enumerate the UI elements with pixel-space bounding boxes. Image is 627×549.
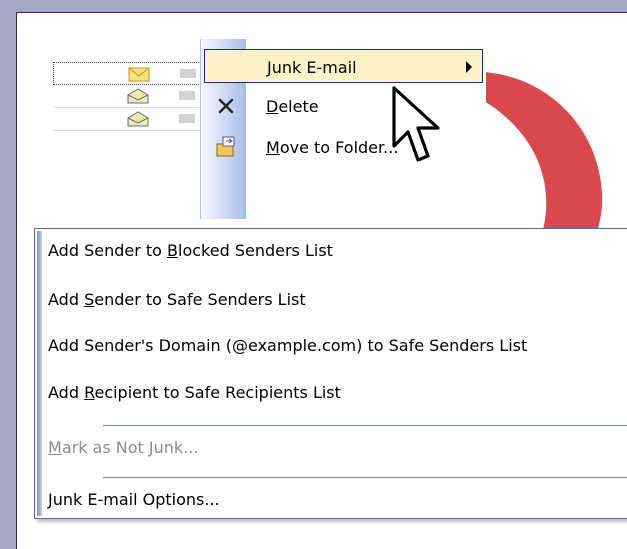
mouse-pointer-icon	[392, 86, 440, 162]
message-list	[53, 62, 213, 131]
message-flag-column	[180, 69, 196, 78]
menu-item-label: Junk E-mail	[267, 58, 357, 77]
submenu-gutter	[37, 231, 42, 516]
menu-item-label: Delete	[266, 97, 319, 116]
menu-separator	[103, 425, 627, 426]
menu-item-add-domain-to-safe-senders[interactable]: Add Sender's Domain (@example.com) to Sa…	[48, 327, 527, 365]
menu-item-mark-as-not-junk[interactable]: Mark as Not Junk...	[48, 429, 198, 467]
message-row[interactable]	[53, 108, 213, 131]
envelope-open-icon	[127, 111, 149, 127]
junk-email-submenu: Add Sender to Blocked Senders List Add S…	[34, 228, 627, 519]
menu-item-label: Move to Folder...	[266, 138, 399, 157]
envelope-closed-icon	[128, 67, 150, 82]
menu-separator	[103, 477, 627, 478]
message-row-selected[interactable]	[53, 62, 213, 85]
menu-item-junk-email[interactable]: Junk E-mail	[204, 49, 483, 83]
menu-item-junk-email-options[interactable]: Junk E-mail Options...	[48, 481, 220, 519]
move-to-folder-icon	[216, 136, 235, 157]
envelope-open-icon	[127, 88, 149, 104]
menu-item-add-to-safe-senders[interactable]: Add Sender to Safe Senders List	[48, 281, 306, 319]
submenu-arrow-icon	[466, 61, 472, 73]
message-flag-column	[179, 91, 195, 100]
menu-item-add-to-blocked-senders[interactable]: Add Sender to Blocked Senders List	[48, 232, 333, 270]
message-flag-column	[179, 114, 195, 123]
message-row[interactable]	[53, 85, 213, 108]
delete-x-icon	[218, 98, 234, 114]
menu-item-add-to-safe-recipients[interactable]: Add Recipient to Safe Recipients List	[48, 374, 341, 412]
outlook-window: Junk E-mail Delete Move to Folder... Add…	[16, 12, 627, 549]
